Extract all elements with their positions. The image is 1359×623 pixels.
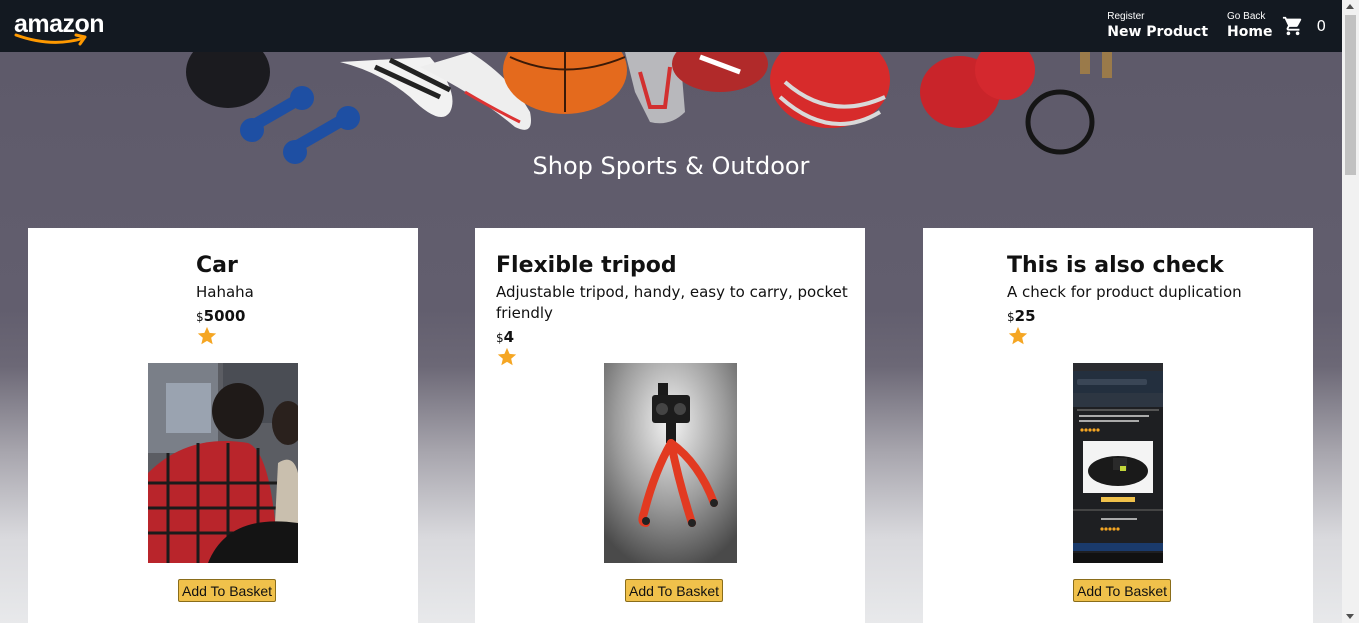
nav-line-one: Go Back <box>1227 11 1266 22</box>
price-currency: $ <box>1007 310 1015 324</box>
product-info: This is also check A check for product d… <box>1007 252 1307 351</box>
scroll-down-arrow-icon[interactable] <box>1346 614 1354 619</box>
product-title: This is also check <box>1007 253 1224 278</box>
product-card: Flexible tripod Adjustable tripod, handy… <box>475 228 865 623</box>
product-rating <box>196 325 406 351</box>
hero-title: Shop Sports & Outdoor <box>532 152 810 180</box>
nav-line-two: Home <box>1227 24 1273 40</box>
product-info: Flexible tripod Adjustable tripod, handy… <box>496 252 851 372</box>
nav-register-new-product[interactable]: Register New Product <box>1107 11 1208 41</box>
product-image-person-photo <box>148 363 298 563</box>
price-value: 5000 <box>203 307 246 325</box>
product-card: This is also check A check for product d… <box>923 228 1313 623</box>
add-to-basket-button[interactable]: Add To Basket <box>625 579 724 602</box>
price-currency: $ <box>196 310 204 324</box>
product-description: Hahaha <box>196 283 254 301</box>
vertical-scrollbar[interactable] <box>1342 0 1359 623</box>
product-image-phone-screenshot <box>1073 363 1163 563</box>
header: amazon Register New Product Go Back Home… <box>0 0 1342 52</box>
nav-line-two: New Product <box>1107 24 1209 40</box>
product-price: $4 <box>496 328 851 346</box>
nav-line-one: Register <box>1107 11 1145 22</box>
product-info: Car Hahaha $5000 <box>196 252 406 351</box>
product-title: Car <box>196 253 238 278</box>
shopping-cart-icon <box>1283 16 1302 36</box>
nav-go-back-home[interactable]: Go Back Home <box>1227 11 1272 41</box>
add-to-basket-button[interactable]: Add To Basket <box>178 579 277 602</box>
header-nav: Register New Product Go Back Home 0 <box>1088 11 1326 41</box>
star-icon <box>497 347 517 366</box>
star-icon <box>197 326 217 345</box>
product-price: $25 <box>1007 307 1307 325</box>
price-currency: $ <box>496 331 504 345</box>
logo-smile-icon <box>14 33 87 46</box>
product-rating <box>1007 325 1307 351</box>
amazon-logo[interactable]: amazon <box>14 4 114 48</box>
add-to-basket-button[interactable]: Add To Basket <box>1073 579 1172 602</box>
scroll-up-arrow-icon[interactable] <box>1346 4 1354 9</box>
product-title: Flexible tripod <box>496 253 677 278</box>
price-value: 25 <box>1014 307 1036 325</box>
product-description: A check for product duplication <box>1007 283 1242 301</box>
basket-count: 0 <box>1316 17 1326 35</box>
product-card: Car Hahaha $5000 Add To Basket <box>28 228 418 623</box>
product-description: Adjustable tripod, handy, easy to carry,… <box>496 283 848 322</box>
star-icon <box>1008 326 1028 345</box>
sports-equipment-banner-image <box>186 52 1112 164</box>
price-value: 4 <box>503 328 515 346</box>
product-price: $5000 <box>196 307 406 325</box>
basket-button[interactable]: 0 <box>1282 15 1326 37</box>
scrollbar-thumb[interactable] <box>1345 15 1356 175</box>
product-image-tripod <box>604 363 737 563</box>
